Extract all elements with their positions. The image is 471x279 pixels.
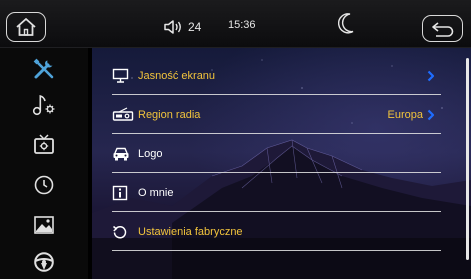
settings-item-label: O mnie bbox=[138, 186, 174, 199]
sidebar-item-steering[interactable] bbox=[0, 245, 88, 279]
sidebar-item-general[interactable] bbox=[0, 52, 88, 86]
sidebar-item-wallpaper[interactable] bbox=[0, 208, 88, 242]
music-settings-icon bbox=[32, 94, 55, 116]
moon-icon bbox=[337, 13, 354, 34]
home-button[interactable] bbox=[6, 12, 46, 42]
settings-panel: Jasność ekranu Region radia Europa Logo … bbox=[92, 48, 471, 279]
sidebar-item-time[interactable] bbox=[0, 168, 88, 202]
night-mode-button[interactable] bbox=[337, 12, 356, 39]
settings-item-label: Region radia bbox=[138, 108, 201, 121]
back-button[interactable] bbox=[422, 15, 463, 42]
settings-item-radio-region[interactable]: Region radia Europa bbox=[112, 96, 441, 134]
back-arrow-icon bbox=[431, 21, 453, 37]
settings-item-label: Ustawienia fabryczne bbox=[138, 225, 243, 238]
clock-icon bbox=[34, 175, 54, 195]
settings-item-value bbox=[427, 70, 435, 82]
settings-item-brightness[interactable]: Jasność ekranu bbox=[112, 57, 441, 95]
settings-item-label: Jasność ekranu bbox=[138, 69, 216, 82]
radio-icon bbox=[112, 107, 138, 122]
region-value: Europa bbox=[387, 108, 423, 121]
settings-item-about[interactable]: O mnie bbox=[112, 174, 441, 212]
car-icon bbox=[112, 146, 138, 161]
scrollbar-thumb[interactable] bbox=[466, 58, 469, 260]
settings-item-factory-reset[interactable]: Ustawienia fabryczne bbox=[112, 213, 441, 251]
sidebar-item-display[interactable] bbox=[0, 128, 88, 162]
reset-icon bbox=[112, 224, 138, 240]
volume-level: 24 bbox=[188, 20, 202, 34]
picture-icon bbox=[34, 216, 54, 234]
chevron-right-icon bbox=[427, 109, 435, 120]
settings-item-logo[interactable]: Logo bbox=[112, 135, 441, 173]
settings-sidebar bbox=[0, 48, 88, 279]
settings-item-label: Logo bbox=[138, 147, 163, 160]
settings-item-value: Europa bbox=[388, 109, 435, 121]
sidebar-item-sound[interactable] bbox=[0, 88, 88, 122]
tools-icon bbox=[33, 58, 54, 79]
steering-wheel-icon bbox=[34, 252, 54, 272]
chevron-right-icon bbox=[427, 70, 435, 81]
monitor-icon bbox=[112, 68, 138, 83]
info-icon bbox=[112, 185, 138, 201]
tv-settings-icon bbox=[34, 134, 54, 154]
status-bar: 24 15:36 bbox=[0, 0, 471, 48]
home-icon bbox=[16, 18, 36, 36]
volume-indicator[interactable]: 24 bbox=[163, 19, 201, 35]
clock-time: 15:36 bbox=[228, 19, 256, 31]
speaker-icon bbox=[164, 20, 181, 34]
